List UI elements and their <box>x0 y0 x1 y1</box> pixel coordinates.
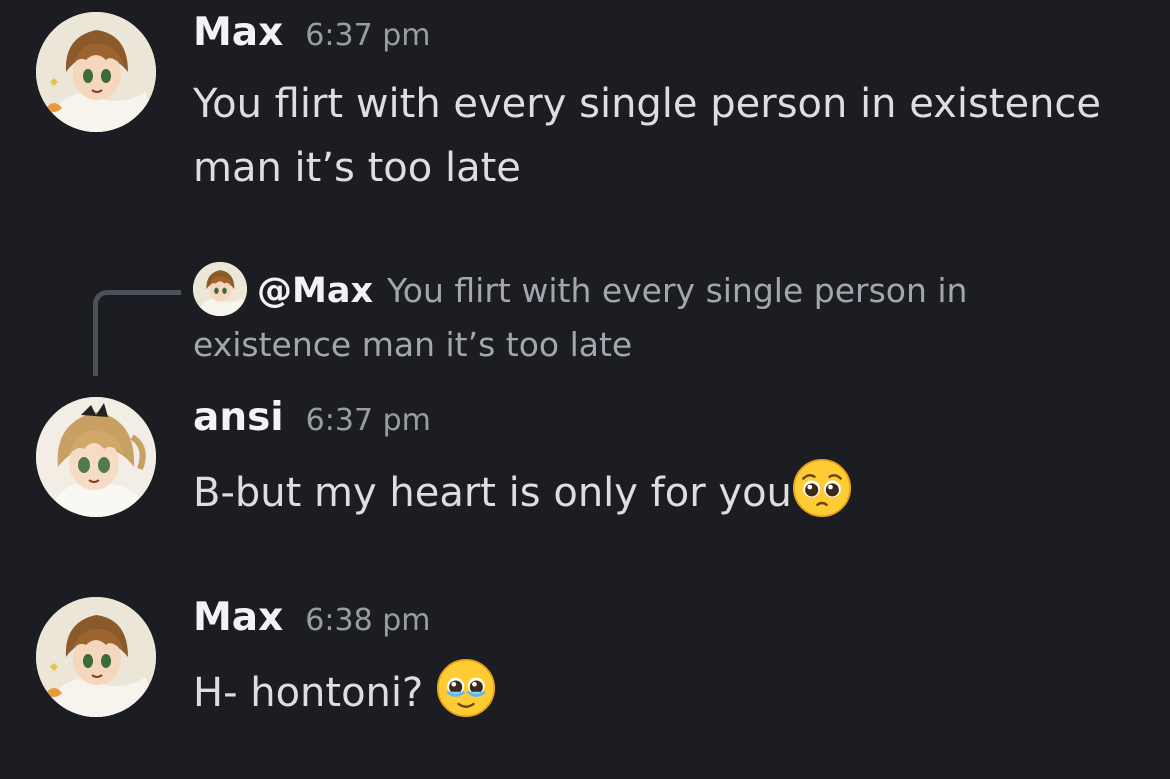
pleading-face-emoji-icon <box>792 458 852 518</box>
anime-girl-avatar-icon <box>36 397 156 517</box>
username[interactable]: Max <box>193 10 283 55</box>
reply-connector-line <box>93 290 181 376</box>
message-body: B-but my heart is only for you <box>193 458 1133 525</box>
username[interactable]: ansi <box>193 395 284 440</box>
message-body: H- hontoni? <box>193 658 1133 725</box>
anime-boy-avatar-icon <box>193 262 247 316</box>
ansi-avatar[interactable] <box>36 397 156 517</box>
reply-author[interactable]: @Max <box>257 271 373 311</box>
reply-preview[interactable]: @Max You flirt with every single person i… <box>193 262 1093 372</box>
message-text: You flirt with every single person in ex… <box>193 81 1102 191</box>
max-avatar[interactable] <box>36 597 156 717</box>
message-text: H- hontoni? <box>193 670 436 716</box>
reply-avatar[interactable] <box>193 262 247 316</box>
max-avatar[interactable] <box>36 12 156 132</box>
timestamp: 6:37 pm <box>305 403 431 438</box>
face-holding-back-tears-emoji-icon <box>436 658 496 718</box>
anime-boy-avatar-icon <box>36 597 156 717</box>
timestamp: 6:37 pm <box>305 18 431 53</box>
timestamp: 6:38 pm <box>305 603 431 638</box>
username[interactable]: Max <box>193 595 283 640</box>
anime-boy-avatar-icon <box>36 12 156 132</box>
message-text: B-but my heart is only for you <box>193 470 792 516</box>
